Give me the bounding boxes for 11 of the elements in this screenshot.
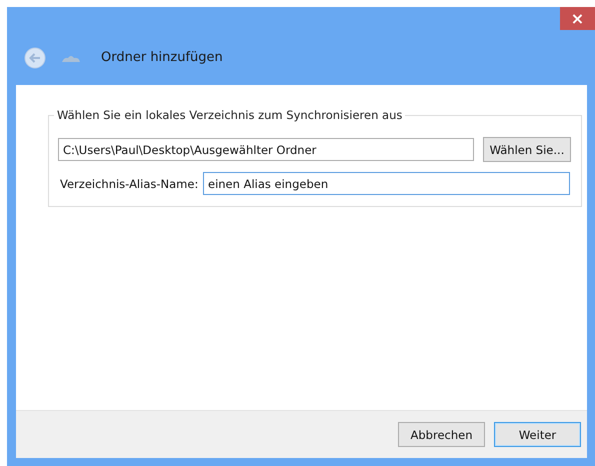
alias-field[interactable]: einen Alias eingeben [203, 172, 570, 195]
dialog-button[interactable]: Abbrechen [398, 422, 485, 447]
cloud-icon [61, 54, 81, 62]
window-title: Ordner hinzufügen [101, 50, 223, 65]
path-field[interactable]: C:\Users\Paul\Desktop\Ausgewählter Ordner [58, 138, 474, 161]
browse-button[interactable]: Wählen Sie... [483, 137, 571, 162]
alias-label: Verzeichnis-Alias-Name: [59, 176, 200, 190]
back-icon[interactable] [24, 46, 46, 68]
close-button[interactable]: × [560, 7, 595, 30]
group-legend: Wählen Sie ein lokales Verzeichnis zum Synchronisieren aus [54, 108, 406, 122]
dialog-button[interactable]: Weiter [494, 422, 581, 447]
